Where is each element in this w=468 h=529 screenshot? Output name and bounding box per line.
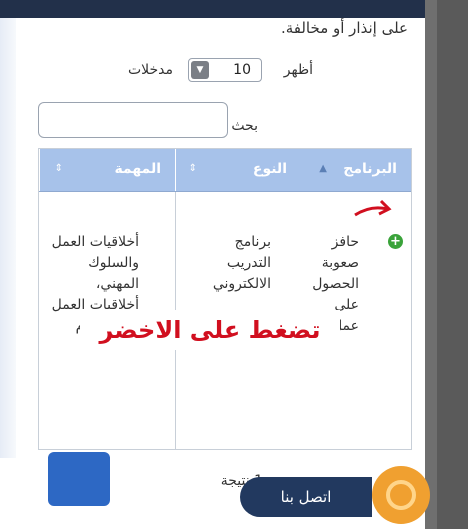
programs-table: البرنامج ▲ النوع ⇕ المهمة ⇕ + حافز صعوبة… bbox=[38, 148, 412, 450]
sort-asc-icon: ▲ bbox=[319, 163, 327, 174]
entries-select[interactable]: ▼ 10 bbox=[188, 58, 262, 82]
length-entries-label: مدخلات bbox=[127, 62, 173, 78]
left-page-strip bbox=[0, 18, 16, 458]
column-header-label: البرنامج bbox=[343, 161, 397, 177]
column-header-program[interactable]: البرنامج ▲ bbox=[299, 149, 411, 191]
right-page-strip bbox=[425, 0, 468, 529]
column-header-task[interactable]: المهمة ⇕ bbox=[39, 149, 175, 191]
sort-icon: ⇕ bbox=[54, 163, 63, 174]
chat-icon-ring bbox=[386, 480, 416, 510]
right-strip-shade bbox=[425, 0, 437, 529]
chevron-down-icon[interactable]: ▼ bbox=[191, 61, 209, 79]
lead-text: على إنذار أو مخالفة. bbox=[280, 19, 408, 37]
contact-button[interactable]: اتصل بنا bbox=[240, 477, 372, 517]
top-bar bbox=[0, 0, 427, 18]
chat-icon[interactable] bbox=[372, 466, 430, 524]
search-label: بحث bbox=[231, 118, 258, 134]
sort-icon: ⇕ bbox=[188, 163, 197, 174]
length-show-label: أظهر bbox=[283, 62, 313, 78]
overlay-caption: تضغط على الاخضر bbox=[80, 310, 340, 350]
search-input[interactable] bbox=[38, 102, 228, 138]
site-logo bbox=[48, 452, 110, 506]
plus-icon[interactable]: + bbox=[388, 234, 403, 249]
column-header-type[interactable]: النوع ⇕ bbox=[175, 149, 299, 191]
column-header-label: المهمة bbox=[114, 161, 161, 177]
red-arrow-icon bbox=[354, 199, 392, 217]
table-header: البرنامج ▲ النوع ⇕ المهمة ⇕ bbox=[39, 149, 411, 192]
program-type: برنامج التدريب الالكتروني bbox=[212, 234, 271, 292]
column-header-label: النوع bbox=[252, 161, 287, 177]
entries-value: 10 bbox=[233, 62, 251, 78]
